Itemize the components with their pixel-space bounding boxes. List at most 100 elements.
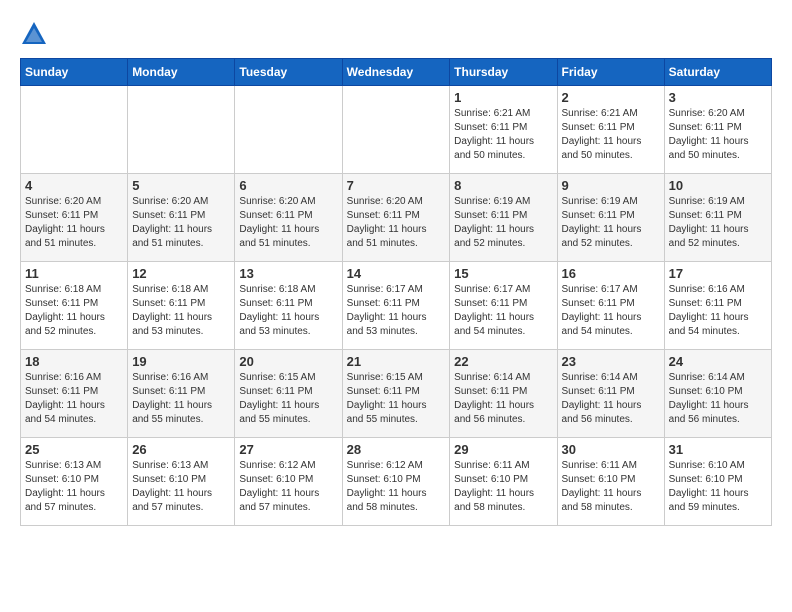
sunrise: Sunrise: 6:20 AM	[25, 196, 101, 207]
day-number: 8	[454, 178, 552, 193]
daylight: Daylight: 11 hours and 58 minutes.	[454, 488, 534, 513]
sunset: Sunset: 6:11 PM	[239, 386, 312, 397]
day-number: 6	[239, 178, 337, 193]
weekday-header-friday: Friday	[557, 59, 664, 86]
calendar-cell: 6 Sunrise: 6:20 AM Sunset: 6:11 PM Dayli…	[235, 174, 342, 262]
daylight: Daylight: 11 hours and 51 minutes.	[132, 224, 212, 249]
day-number: 30	[562, 442, 660, 457]
sunset: Sunset: 6:11 PM	[347, 298, 420, 309]
daylight: Daylight: 11 hours and 55 minutes.	[239, 400, 319, 425]
calendar-cell	[342, 86, 450, 174]
calendar-cell: 29 Sunrise: 6:11 AM Sunset: 6:10 PM Dayl…	[450, 438, 557, 526]
calendar-cell: 11 Sunrise: 6:18 AM Sunset: 6:11 PM Dayl…	[21, 262, 128, 350]
weekday-header-monday: Monday	[128, 59, 235, 86]
calendar-cell: 2 Sunrise: 6:21 AM Sunset: 6:11 PM Dayli…	[557, 86, 664, 174]
day-info: Sunrise: 6:15 AM Sunset: 6:11 PM Dayligh…	[239, 371, 337, 427]
calendar-week-1: 1 Sunrise: 6:21 AM Sunset: 6:11 PM Dayli…	[21, 86, 772, 174]
logo-icon	[20, 20, 48, 48]
calendar-cell: 30 Sunrise: 6:11 AM Sunset: 6:10 PM Dayl…	[557, 438, 664, 526]
sunset: Sunset: 6:11 PM	[25, 386, 98, 397]
sunset: Sunset: 6:11 PM	[669, 122, 742, 133]
sunset: Sunset: 6:11 PM	[669, 298, 742, 309]
day-number: 21	[347, 354, 446, 369]
day-number: 28	[347, 442, 446, 457]
calendar-cell: 14 Sunrise: 6:17 AM Sunset: 6:11 PM Dayl…	[342, 262, 450, 350]
daylight: Daylight: 11 hours and 51 minutes.	[239, 224, 319, 249]
daylight: Daylight: 11 hours and 53 minutes.	[239, 312, 319, 337]
sunset: Sunset: 6:11 PM	[239, 298, 312, 309]
calendar-cell: 7 Sunrise: 6:20 AM Sunset: 6:11 PM Dayli…	[342, 174, 450, 262]
daylight: Daylight: 11 hours and 56 minutes.	[562, 400, 642, 425]
sunrise: Sunrise: 6:21 AM	[454, 108, 530, 119]
sunrise: Sunrise: 6:11 AM	[562, 460, 637, 471]
day-number: 20	[239, 354, 337, 369]
day-info: Sunrise: 6:17 AM Sunset: 6:11 PM Dayligh…	[454, 283, 552, 339]
day-number: 18	[25, 354, 123, 369]
calendar-cell: 22 Sunrise: 6:14 AM Sunset: 6:11 PM Dayl…	[450, 350, 557, 438]
day-info: Sunrise: 6:18 AM Sunset: 6:11 PM Dayligh…	[132, 283, 230, 339]
sunrise: Sunrise: 6:20 AM	[132, 196, 208, 207]
header	[20, 20, 772, 48]
calendar-cell: 27 Sunrise: 6:12 AM Sunset: 6:10 PM Dayl…	[235, 438, 342, 526]
calendar-cell	[21, 86, 128, 174]
sunrise: Sunrise: 6:16 AM	[669, 284, 745, 295]
sunrise: Sunrise: 6:19 AM	[454, 196, 530, 207]
daylight: Daylight: 11 hours and 57 minutes.	[132, 488, 212, 513]
daylight: Daylight: 11 hours and 56 minutes.	[454, 400, 534, 425]
weekday-header-wednesday: Wednesday	[342, 59, 450, 86]
calendar-cell: 15 Sunrise: 6:17 AM Sunset: 6:11 PM Dayl…	[450, 262, 557, 350]
daylight: Daylight: 11 hours and 55 minutes.	[132, 400, 212, 425]
sunrise: Sunrise: 6:17 AM	[562, 284, 638, 295]
day-info: Sunrise: 6:16 AM Sunset: 6:11 PM Dayligh…	[25, 371, 123, 427]
daylight: Daylight: 11 hours and 50 minutes.	[454, 136, 534, 161]
calendar-cell: 1 Sunrise: 6:21 AM Sunset: 6:11 PM Dayli…	[450, 86, 557, 174]
day-info: Sunrise: 6:20 AM Sunset: 6:11 PM Dayligh…	[25, 195, 123, 251]
daylight: Daylight: 11 hours and 57 minutes.	[239, 488, 319, 513]
day-number: 31	[669, 442, 767, 457]
daylight: Daylight: 11 hours and 54 minutes.	[454, 312, 534, 337]
day-info: Sunrise: 6:16 AM Sunset: 6:11 PM Dayligh…	[132, 371, 230, 427]
calendar-week-4: 18 Sunrise: 6:16 AM Sunset: 6:11 PM Dayl…	[21, 350, 772, 438]
sunset: Sunset: 6:11 PM	[25, 210, 98, 221]
calendar-body: 1 Sunrise: 6:21 AM Sunset: 6:11 PM Dayli…	[21, 86, 772, 526]
sunrise: Sunrise: 6:16 AM	[132, 372, 208, 383]
sunrise: Sunrise: 6:12 AM	[239, 460, 315, 471]
day-info: Sunrise: 6:18 AM Sunset: 6:11 PM Dayligh…	[25, 283, 123, 339]
sunrise: Sunrise: 6:14 AM	[669, 372, 745, 383]
sunset: Sunset: 6:11 PM	[669, 210, 742, 221]
calendar-cell: 9 Sunrise: 6:19 AM Sunset: 6:11 PM Dayli…	[557, 174, 664, 262]
daylight: Daylight: 11 hours and 54 minutes.	[25, 400, 105, 425]
sunrise: Sunrise: 6:19 AM	[562, 196, 638, 207]
daylight: Daylight: 11 hours and 52 minutes.	[454, 224, 534, 249]
calendar-cell: 31 Sunrise: 6:10 AM Sunset: 6:10 PM Dayl…	[664, 438, 771, 526]
calendar-cell: 25 Sunrise: 6:13 AM Sunset: 6:10 PM Dayl…	[21, 438, 128, 526]
sunrise: Sunrise: 6:13 AM	[25, 460, 101, 471]
day-number: 25	[25, 442, 123, 457]
day-number: 12	[132, 266, 230, 281]
calendar-cell: 18 Sunrise: 6:16 AM Sunset: 6:11 PM Dayl…	[21, 350, 128, 438]
day-number: 23	[562, 354, 660, 369]
daylight: Daylight: 11 hours and 52 minutes.	[562, 224, 642, 249]
sunset: Sunset: 6:11 PM	[132, 386, 205, 397]
weekday-header-tuesday: Tuesday	[235, 59, 342, 86]
sunset: Sunset: 6:10 PM	[239, 474, 313, 485]
calendar-cell: 26 Sunrise: 6:13 AM Sunset: 6:10 PM Dayl…	[128, 438, 235, 526]
daylight: Daylight: 11 hours and 51 minutes.	[25, 224, 105, 249]
day-info: Sunrise: 6:16 AM Sunset: 6:11 PM Dayligh…	[669, 283, 767, 339]
weekday-header-sunday: Sunday	[21, 59, 128, 86]
calendar-cell: 12 Sunrise: 6:18 AM Sunset: 6:11 PM Dayl…	[128, 262, 235, 350]
day-info: Sunrise: 6:12 AM Sunset: 6:10 PM Dayligh…	[239, 459, 337, 515]
calendar-cell: 21 Sunrise: 6:15 AM Sunset: 6:11 PM Dayl…	[342, 350, 450, 438]
day-info: Sunrise: 6:20 AM Sunset: 6:11 PM Dayligh…	[669, 107, 767, 163]
calendar-cell: 4 Sunrise: 6:20 AM Sunset: 6:11 PM Dayli…	[21, 174, 128, 262]
logo	[20, 20, 52, 48]
sunrise: Sunrise: 6:15 AM	[347, 372, 423, 383]
sunset: Sunset: 6:11 PM	[562, 386, 635, 397]
calendar-table: SundayMondayTuesdayWednesdayThursdayFrid…	[20, 58, 772, 526]
sunset: Sunset: 6:11 PM	[347, 386, 420, 397]
calendar-cell	[128, 86, 235, 174]
day-info: Sunrise: 6:10 AM Sunset: 6:10 PM Dayligh…	[669, 459, 767, 515]
daylight: Daylight: 11 hours and 50 minutes.	[562, 136, 642, 161]
sunrise: Sunrise: 6:21 AM	[562, 108, 638, 119]
calendar-cell: 28 Sunrise: 6:12 AM Sunset: 6:10 PM Dayl…	[342, 438, 450, 526]
